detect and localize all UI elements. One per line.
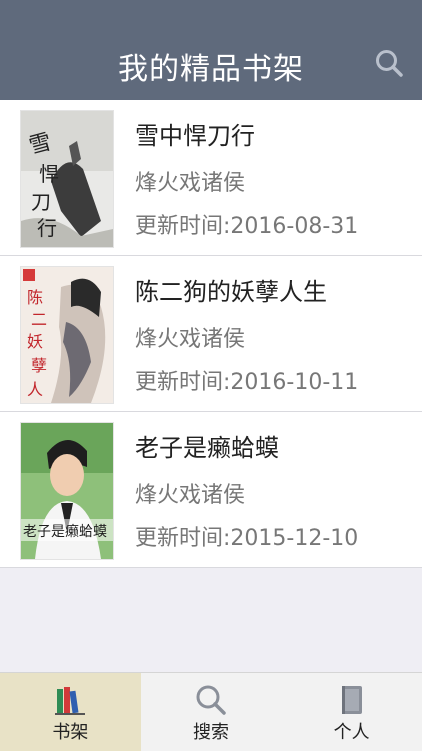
top-navbar: 我的精品书架 [0, 0, 422, 100]
book-author: 烽火戏诸侯 [135, 327, 246, 352]
page-title: 我的精品书架 [118, 52, 304, 87]
book-updated-time: 更新时间:2016-10-11 [135, 370, 359, 395]
book-author: 烽火戏诸侯 [135, 171, 246, 196]
tab-label: 个人 [333, 722, 370, 743]
book-cover: 陈 二 妖 孽 人 [20, 266, 114, 404]
book-title: 雪中悍刀行 [135, 122, 255, 150]
book-updated-time: 更新时间:2015-12-10 [135, 526, 359, 551]
svg-text:老子是癞蛤蟆: 老子是癞蛤蟆 [23, 523, 107, 540]
book-cover: 雪 悍 刀 行 [20, 110, 114, 248]
search-icon [196, 685, 226, 715]
book-row[interactable]: 雪 悍 刀 行 雪中悍刀行 烽火戏诸侯 更新时间:2016-08-31 [0, 100, 422, 256]
book-icon [341, 686, 362, 714]
tab-label: 书架 [52, 722, 89, 743]
book-row[interactable]: 陈 二 妖 孽 人 陈二狗的妖孽人生 烽火戏诸侯 更新时间:2016-10-11 [0, 256, 422, 412]
tab-bookshelf[interactable]: 书架 [0, 673, 141, 751]
bookshelf-icon [55, 687, 86, 715]
book-cover: 老子是癞蛤蟆 [20, 422, 114, 560]
svg-text:陈: 陈 [27, 288, 43, 307]
search-icon[interactable] [374, 48, 404, 78]
book-title: 陈二狗的妖孽人生 [135, 278, 327, 306]
bottom-tabbar: 书架 搜索 个人 [0, 672, 422, 751]
tab-search[interactable]: 搜索 [141, 673, 282, 751]
svg-text:妖: 妖 [27, 332, 43, 351]
book-row[interactable]: 老子是癞蛤蟆 老子是癞蛤蟆 烽火戏诸侯 更新时间:2015-12-10 [0, 412, 422, 568]
svg-text:孽: 孽 [31, 356, 47, 375]
svg-text:行: 行 [37, 216, 57, 240]
svg-text:二: 二 [31, 310, 47, 329]
svg-text:悍: 悍 [39, 162, 59, 186]
book-title: 老子是癞蛤蟆 [135, 434, 279, 462]
svg-text:人: 人 [27, 380, 43, 399]
tab-label: 搜索 [193, 722, 229, 743]
svg-text:刀: 刀 [31, 190, 51, 214]
book-list: 雪 悍 刀 行 雪中悍刀行 烽火戏诸侯 更新时间:2016-08-31 陈 二 … [0, 100, 422, 568]
book-author: 烽火戏诸侯 [135, 483, 246, 508]
book-updated-time: 更新时间:2016-08-31 [135, 214, 359, 239]
tab-profile[interactable]: 个人 [281, 673, 422, 751]
